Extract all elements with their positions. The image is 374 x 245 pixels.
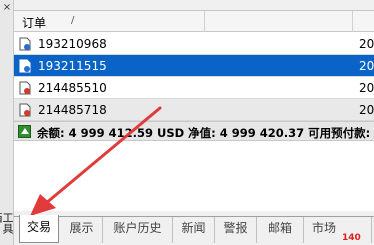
table-row-selected[interactable]: 193211515 2024 xyxy=(14,55,374,77)
tab-account-history[interactable]: 账户历史 xyxy=(103,217,173,243)
order-ticket: 193210968 xyxy=(38,37,107,51)
order-time: 2024 xyxy=(359,81,374,95)
tab-mailbox[interactable]: 邮箱 xyxy=(257,217,304,243)
balance-up-icon xyxy=(18,125,31,138)
toolbox-vertical-title: 工具箱 xyxy=(0,212,14,234)
close-icon[interactable]: × xyxy=(2,3,12,13)
account-summary-text: 余额: 4 999 412.59 USD 净值: 4 999 420.37 可用… xyxy=(37,126,374,140)
order-time: 2024 xyxy=(359,59,374,73)
order-time: 2024 xyxy=(359,37,374,51)
table-header: 订单 / xyxy=(14,11,374,32)
tab-label: 市场 xyxy=(312,221,337,235)
buy-order-icon xyxy=(19,59,31,73)
sell-order-icon xyxy=(19,81,31,95)
column-header-order[interactable]: 订单 xyxy=(22,14,46,31)
order-ticket: 193211515 xyxy=(38,59,107,73)
order-time: 2024 xyxy=(359,103,374,117)
tab-market[interactable]: 市场 140 xyxy=(304,217,372,243)
table-row[interactable]: 193210968 2024 xyxy=(14,33,374,55)
tab-label: 邮箱 xyxy=(267,221,292,235)
tab-label: 账户历史 xyxy=(113,221,162,235)
toolbox-side-strip: × 工具箱 xyxy=(0,0,14,245)
table-row[interactable]: 214485510 2024 xyxy=(14,77,374,99)
tab-label: 新闻 xyxy=(181,221,206,235)
tab-label: 交易 xyxy=(26,220,51,234)
tab-label: 展示 xyxy=(69,221,94,235)
column-divider[interactable] xyxy=(204,11,205,32)
tab-exposure[interactable]: 展示 xyxy=(61,217,103,243)
buy-order-icon xyxy=(19,37,31,51)
toolbox-tab-bar: 交易 展示 账户历史 新闻 警报 邮箱 市场 140 xyxy=(14,215,374,245)
sort-indicator-icon: / xyxy=(71,15,75,26)
order-ticket: 214485510 xyxy=(38,81,107,95)
trade-orders-table: 订单 / 193210968 2024 193211515 2024 xyxy=(14,10,374,211)
table-empty-area xyxy=(14,156,374,211)
tab-alerts[interactable]: 警报 xyxy=(215,217,257,243)
column-divider[interactable] xyxy=(352,11,353,32)
account-summary-row[interactable]: 余额: 4 999 412.59 USD 净值: 4 999 420.37 可用… xyxy=(14,121,374,141)
terminal-toolbox-window: × 工具箱 订单 / 193210968 2024 193211515 xyxy=(0,0,374,245)
sell-order-icon xyxy=(19,103,31,117)
order-ticket: 214485718 xyxy=(38,103,107,117)
tab-trade[interactable]: 交易 xyxy=(19,215,59,243)
market-count-badge: 140 xyxy=(342,233,361,243)
tab-news[interactable]: 新闻 xyxy=(173,217,215,243)
table-row[interactable]: 214485718 2024 xyxy=(14,99,374,121)
tab-label: 警报 xyxy=(223,221,248,235)
